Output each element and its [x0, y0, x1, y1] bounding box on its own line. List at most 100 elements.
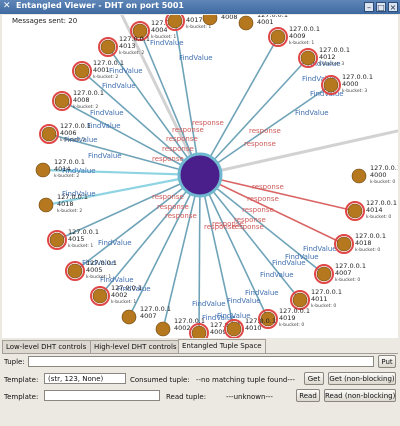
response-label: response: [157, 203, 189, 211]
read-button[interactable]: Read: [296, 389, 320, 402]
findvalue-label: FindValue: [285, 253, 319, 261]
dht-graph: FindValueFindValueFindValueFindValueFind…: [35, 15, 398, 338]
get-nonblocking-button[interactable]: Get (non-blocking): [328, 372, 396, 385]
dht-node: [121, 309, 137, 325]
dht-node: [292, 292, 308, 308]
node-bucket-label: k-bucket: 2: [119, 50, 144, 56]
response-label: response: [165, 212, 197, 220]
response-label: response: [172, 126, 204, 134]
findvalue-label: FindValue: [227, 297, 261, 305]
node-bucket-label: k-bucket: 2: [73, 104, 98, 110]
dht-node: [202, 15, 218, 26]
minimize-icon[interactable]: –: [364, 2, 374, 12]
tab-low-level[interactable]: Low-level DHT controls: [2, 340, 92, 353]
dht-node: [41, 126, 57, 142]
node-bucket-label: k-bucket: 1: [289, 40, 314, 46]
node-port-label: 4014: [54, 165, 71, 173]
node-bucket-label: k-bucket: 1: [111, 299, 136, 305]
node-port-label: 4002: [174, 324, 191, 332]
dht-node: [226, 321, 242, 337]
node-port-label: 4001: [93, 66, 110, 74]
node-port-label: 4007: [140, 312, 157, 320]
findvalue-label: FindValue: [109, 67, 143, 75]
response-label: response: [252, 183, 284, 191]
app-window: ✕ Entangled Viewer - DHT on port 5001 – …: [0, 0, 400, 426]
dht-node: [38, 197, 54, 213]
response-label: response: [242, 206, 274, 214]
dht-graph-canvas[interactable]: Messages sent: 20 FindValue FindValue Find…: [2, 15, 398, 338]
findvalue-label: FindValue: [98, 239, 132, 247]
node-port-label: 4017: [186, 16, 203, 24]
dht-node: [191, 325, 207, 338]
findvalue-label: FindValue: [245, 289, 279, 297]
maximize-icon[interactable]: □: [376, 2, 386, 12]
findvalue-label: FindValue: [90, 109, 124, 117]
dht-node: [155, 321, 171, 337]
findvalue-label: FindValue: [179, 54, 213, 62]
findvalue-label: FindValue: [88, 152, 122, 160]
title-bar: ✕ Entangled Viewer - DHT on port 5001 – …: [0, 0, 400, 14]
node-bucket-label: k-bucket: 0: [311, 303, 336, 309]
node-port-label: 4009: [289, 32, 306, 40]
dht-node: [74, 63, 90, 79]
window-menu-icon[interactable]: ✕: [3, 2, 11, 11]
node-bucket-label: k-bucket: 0: [366, 214, 391, 220]
dht-node: [270, 29, 286, 45]
gray-edge: [199, 129, 398, 177]
node-port-label: 4001: [257, 18, 274, 26]
node-port-label: 4010: [245, 324, 262, 332]
node-bucket-label: k-bucket: 1: [68, 243, 93, 249]
node-bucket-label: k-bucket: 3: [319, 61, 344, 67]
close-icon[interactable]: ×: [388, 2, 398, 12]
node-bucket-label: k-bucket: 2: [93, 74, 118, 80]
tuple-label: Tuple:: [4, 358, 25, 366]
template-input-2[interactable]: [44, 390, 160, 401]
tab-tuple-space[interactable]: Entangled Tuple Space: [178, 339, 266, 353]
node-port-label: 4000: [342, 80, 359, 88]
response-label: response: [244, 140, 276, 148]
findvalue-label: FindValue: [87, 122, 121, 130]
dht-node: [238, 15, 254, 31]
node-bucket-label: k-bucket: 2: [54, 173, 79, 179]
node-port-label: 4018: [355, 239, 372, 247]
dht-node: [92, 288, 108, 304]
response-label: response: [204, 223, 236, 231]
template-input[interactable]: (str, 123, None): [44, 373, 126, 384]
dht-node: [336, 236, 352, 252]
read-tuple-value: ---unknown---: [226, 393, 273, 401]
dht-node: [351, 168, 367, 184]
response-label: response: [152, 193, 184, 201]
node-bucket-label: k-bucket: 0: [279, 322, 304, 328]
tuple-input[interactable]: [28, 356, 374, 367]
node-port-label: 4000: [370, 171, 387, 179]
put-button[interactable]: Put: [378, 355, 396, 368]
edge-line: [199, 57, 309, 176]
window-title: Entangled Viewer - DHT on port 5001: [16, 1, 184, 10]
node-port-label: 4012: [319, 53, 336, 61]
node-bucket-label: k-bucket: 3: [342, 88, 367, 94]
response-label: response: [162, 145, 194, 153]
node-port-label: 4008: [73, 96, 90, 104]
tuple-space-panel: Tuple: Put Template: (str, 123, None) Co…: [2, 353, 398, 425]
findvalue-label: FindValue: [303, 245, 337, 253]
dht-node: [35, 162, 51, 178]
findvalue-label: FindValue: [150, 39, 184, 47]
node-bucket-label: k-bucket: 2: [57, 208, 82, 214]
node-port-label: 4013: [119, 42, 136, 50]
node-port-label: 4005: [86, 266, 103, 274]
node-bucket-label: k-bucket: 0: [370, 179, 395, 185]
node-port-label: 4011: [311, 295, 328, 303]
tab-high-level[interactable]: High-level DHT controls: [90, 340, 182, 353]
node-bucket-label: k-bucket: 0: [355, 247, 380, 253]
node-port-label: 4014: [366, 206, 383, 214]
findvalue-label: FindValue: [295, 109, 329, 117]
dht-node: [323, 77, 339, 93]
get-button[interactable]: Get: [304, 372, 324, 385]
node-port-label: 4007: [335, 269, 352, 277]
dht-node: [67, 263, 83, 279]
node-port-label: 4015: [68, 235, 85, 243]
node-bucket-label: k-bucket: 1: [186, 24, 211, 30]
node-port-label: 4002: [111, 291, 128, 299]
edge-line: [198, 174, 201, 334]
read-nonblocking-button[interactable]: Read (non-blocking): [324, 389, 396, 402]
